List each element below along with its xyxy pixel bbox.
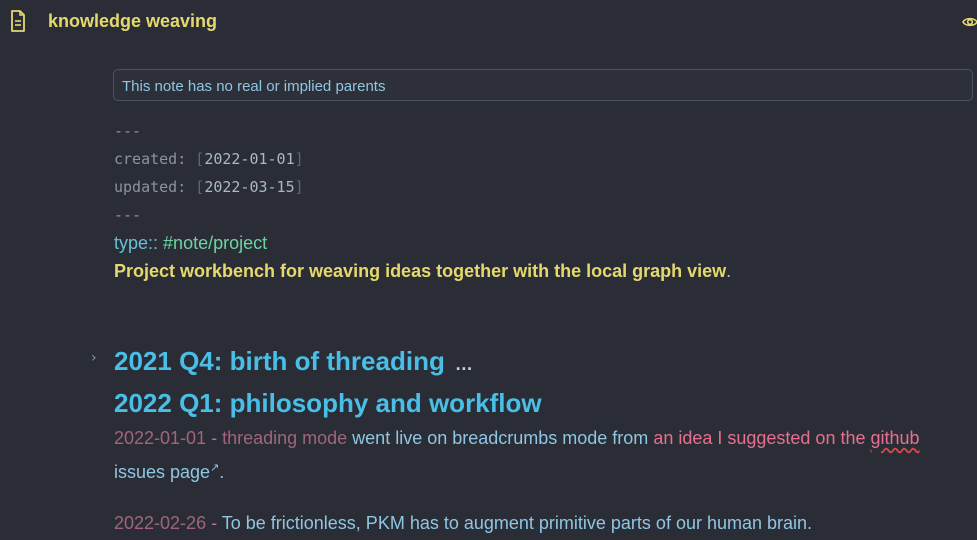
entry-date[interactable]: 2022-01-01 xyxy=(114,428,206,448)
idea-link-text: an idea I suggested on the xyxy=(653,428,871,448)
entry-period: . xyxy=(219,462,225,482)
frontmatter-updated-line: updated: [2022-03-15] xyxy=(114,178,304,196)
property-key: type:: xyxy=(114,233,159,253)
created-key: created: xyxy=(114,150,187,168)
frontmatter-delimiter-bottom: --- xyxy=(114,206,142,224)
note-title[interactable]: knowledge weaving xyxy=(48,11,217,32)
entry-dash: - xyxy=(206,428,223,448)
external-link-icon: ↗ xyxy=(210,462,220,474)
summary-period: . xyxy=(726,261,732,281)
entry-dash: - xyxy=(206,513,222,533)
entry-paragraph: 2022-02-26 - To be frictionless, PKM has… xyxy=(114,508,964,538)
frontmatter-created-line: created: [2022-01-01] xyxy=(114,150,304,168)
issues-page-link[interactable]: issues page xyxy=(114,462,210,482)
idea-link[interactable]: an idea I suggested on the github xyxy=(653,428,919,448)
heading-text: 2021 Q4: birth of threading xyxy=(114,346,445,376)
breadcrumb-panel: This note has no real or implied parents xyxy=(113,69,973,101)
breadcrumb-message: This note has no real or implied parents xyxy=(122,78,386,95)
entry-date[interactable]: 2022-02-26 xyxy=(114,513,206,533)
collapsed-ellipsis[interactable]: … xyxy=(455,354,474,374)
note-header: knowledge weaving xyxy=(0,0,977,44)
summary-line: Project workbench for weaving ideas toge… xyxy=(114,260,731,282)
updated-key: updated: xyxy=(114,178,187,196)
chevron-right-icon[interactable]: › xyxy=(91,350,97,366)
threading-mode-link[interactable]: threading mode xyxy=(222,428,347,448)
document-icon[interactable] xyxy=(10,10,26,32)
entry-text: went live on breadcrumbs mode from xyxy=(347,428,654,448)
entry-paragraph: 2022-01-01 - threading mode went live on… xyxy=(114,423,964,487)
github-word: github xyxy=(870,428,920,448)
heading-2021-q4[interactable]: 2021 Q4: birth of threading … xyxy=(114,345,474,380)
frontmatter-delimiter-top: --- xyxy=(114,122,142,140)
summary-text: Project workbench for weaving ideas toge… xyxy=(114,261,727,281)
heading-2022-q1[interactable]: 2022 Q1: philosophy and workflow xyxy=(114,387,542,419)
created-value[interactable]: 2022-01-01 xyxy=(204,150,294,168)
entry-text: To be frictionless, PKM has to augment p… xyxy=(221,513,813,533)
tag-link[interactable]: #note/project xyxy=(163,233,267,253)
type-property: type:: #note/project xyxy=(114,232,267,254)
updated-value[interactable]: 2022-03-15 xyxy=(204,178,294,196)
eye-icon[interactable] xyxy=(962,14,977,30)
